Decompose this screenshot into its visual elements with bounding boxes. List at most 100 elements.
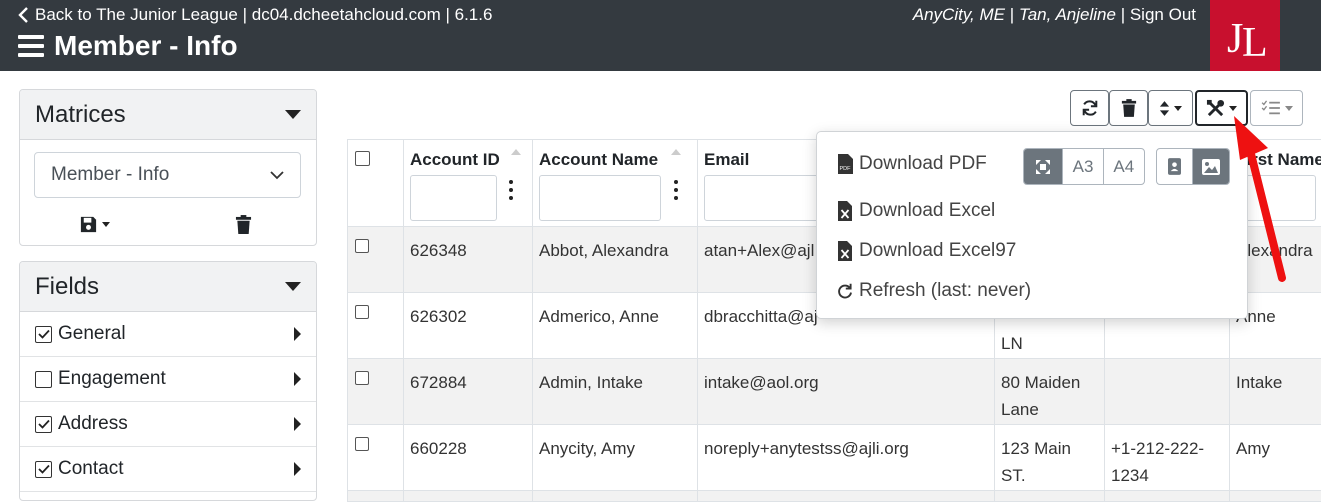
column-label: Account ID bbox=[410, 150, 500, 169]
matrix-select[interactable]: Member - Info bbox=[34, 152, 301, 198]
chevron-left-icon bbox=[18, 7, 29, 23]
back-link[interactable]: Back to The Junior League | dc04.dcheeta… bbox=[18, 5, 492, 25]
row-select-cell bbox=[348, 359, 404, 425]
cell-account-name: Admerico, Anne bbox=[533, 293, 698, 359]
caret-down-icon[interactable] bbox=[285, 282, 301, 291]
size-a3-option[interactable]: A3 bbox=[1063, 149, 1103, 184]
checkbox-checked[interactable] bbox=[35, 326, 52, 343]
caret-down-icon[interactable] bbox=[285, 110, 301, 119]
row-checkbox[interactable] bbox=[355, 437, 369, 451]
download-pdf-label: Download PDF bbox=[859, 153, 987, 175]
caret-right-icon[interactable] bbox=[294, 417, 301, 431]
kebab-menu-icon[interactable] bbox=[674, 180, 678, 200]
file-pdf-icon: PDF bbox=[837, 154, 853, 174]
select-all-checkbox[interactable] bbox=[355, 151, 370, 166]
orientation-toggle bbox=[1156, 148, 1230, 185]
refresh-button[interactable] bbox=[1070, 90, 1109, 126]
cell-account-id: 626302 bbox=[404, 293, 533, 359]
download-excel-item[interactable]: Download Excel bbox=[837, 200, 995, 222]
chevron-down-icon bbox=[270, 171, 284, 180]
checkbox-checked[interactable] bbox=[35, 416, 52, 433]
check-icon bbox=[38, 329, 50, 339]
annotation-arrow-icon bbox=[1226, 100, 1296, 285]
separator: | bbox=[1121, 5, 1125, 24]
download-pdf-item[interactable]: PDF Download PDF bbox=[837, 153, 987, 175]
sort-icon bbox=[1159, 100, 1170, 117]
cell-account-name: Admin, Intake bbox=[533, 359, 698, 425]
checkbox-unchecked[interactable] bbox=[35, 371, 52, 388]
filter-input-account-id[interactable] bbox=[410, 175, 497, 221]
table-row[interactable] bbox=[348, 491, 1321, 502]
sort-asc-icon[interactable] bbox=[511, 149, 521, 155]
field-group-general[interactable]: General bbox=[20, 312, 316, 357]
menu-icon[interactable] bbox=[18, 35, 44, 57]
row-checkbox[interactable] bbox=[355, 239, 369, 253]
download-excel97-item[interactable]: Download Excel97 bbox=[837, 240, 1016, 262]
trash-icon bbox=[1121, 99, 1137, 117]
delete-button[interactable] bbox=[1109, 90, 1148, 126]
column-header-account-name[interactable]: Account Name bbox=[533, 140, 698, 227]
refresh-item[interactable]: Refresh (last: never) bbox=[837, 280, 1031, 302]
row-checkbox[interactable] bbox=[355, 305, 369, 319]
cell-account-name: Anycity, Amy bbox=[533, 425, 698, 491]
field-group-contact[interactable]: Contact bbox=[20, 447, 316, 492]
landscape-option[interactable] bbox=[1193, 149, 1229, 184]
cell-account-id: 626348 bbox=[404, 227, 533, 293]
page-title: Member - Info bbox=[54, 30, 238, 62]
checkbox-checked[interactable] bbox=[35, 461, 52, 478]
filter-input-account-name[interactable] bbox=[539, 175, 661, 221]
cell-email: intake@aol.org bbox=[698, 359, 995, 425]
back-link-label: Back to The Junior League | dc04.dcheeta… bbox=[35, 5, 492, 25]
row-select-cell bbox=[348, 293, 404, 359]
location-link[interactable]: AnyCity, ME bbox=[913, 5, 1005, 24]
table-row[interactable]: 672884 Admin, Intake intake@aol.org 80 M… bbox=[348, 359, 1321, 425]
user-name-link[interactable]: Tan, Anjeline bbox=[1019, 5, 1116, 24]
fields-title: Fields bbox=[35, 273, 99, 301]
caret-right-icon[interactable] bbox=[294, 327, 301, 341]
row-select-cell bbox=[348, 425, 404, 491]
field-group-label: Contact bbox=[58, 458, 123, 480]
delete-matrix-button[interactable] bbox=[169, 206, 317, 242]
column-label: Email bbox=[704, 150, 749, 169]
matrix-select-value: Member - Info bbox=[51, 164, 169, 186]
column-header-account-id[interactable]: Account ID bbox=[404, 140, 533, 227]
size-a4-option[interactable]: A4 bbox=[1104, 149, 1144, 184]
row-select-cell bbox=[348, 227, 404, 293]
caret-right-icon[interactable] bbox=[294, 462, 301, 476]
fit-page-option[interactable] bbox=[1024, 149, 1063, 184]
save-menu-button[interactable] bbox=[20, 206, 169, 242]
sign-out-link[interactable]: Sign Out bbox=[1130, 5, 1196, 24]
field-group-label: Engagement bbox=[58, 368, 166, 390]
row-checkbox[interactable] bbox=[355, 371, 369, 385]
redo-icon bbox=[837, 281, 853, 301]
download-excel97-label: Download Excel97 bbox=[859, 240, 1016, 262]
matrices-title: Matrices bbox=[35, 101, 126, 129]
cell-first-name: Intake bbox=[1230, 359, 1321, 425]
refresh-label: Refresh (last: never) bbox=[859, 280, 1031, 302]
fields-header[interactable]: Fields bbox=[20, 262, 316, 312]
cell-email: noreply+anytestss@ajli.org bbox=[698, 425, 995, 491]
cell-first-name: Amy bbox=[1230, 425, 1321, 491]
caret-right-icon[interactable] bbox=[294, 372, 301, 386]
field-group-label: General bbox=[58, 323, 126, 345]
download-excel-label: Download Excel bbox=[859, 200, 995, 222]
tools-icon bbox=[1206, 99, 1225, 118]
save-icon bbox=[79, 215, 98, 234]
field-group-engagement[interactable]: Engagement bbox=[20, 357, 316, 402]
cell-phone bbox=[1105, 359, 1230, 425]
cell-account-id: 672884 bbox=[404, 359, 533, 425]
table-row[interactable]: 660228 Anycity, Amy noreply+anytestss@aj… bbox=[348, 425, 1321, 491]
sort-asc-icon[interactable] bbox=[671, 149, 681, 155]
fields-panel: Fields General Engagement Address Contac… bbox=[19, 261, 317, 501]
junior-league-logo[interactable]: J L bbox=[1210, 0, 1280, 71]
kebab-menu-icon[interactable] bbox=[509, 180, 513, 200]
cell-address: 123 Main ST. bbox=[995, 425, 1105, 491]
portrait-option[interactable] bbox=[1157, 149, 1193, 184]
column-label: Account Name bbox=[539, 150, 658, 169]
matrices-header[interactable]: Matrices bbox=[20, 90, 316, 140]
cell-account-name: Abbot, Alexandra bbox=[533, 227, 698, 293]
select-all-column bbox=[348, 140, 404, 227]
field-group-address[interactable]: Address bbox=[20, 402, 316, 447]
page-size-toggle: A3 A4 bbox=[1023, 148, 1145, 185]
sort-menu-button[interactable] bbox=[1148, 90, 1193, 126]
